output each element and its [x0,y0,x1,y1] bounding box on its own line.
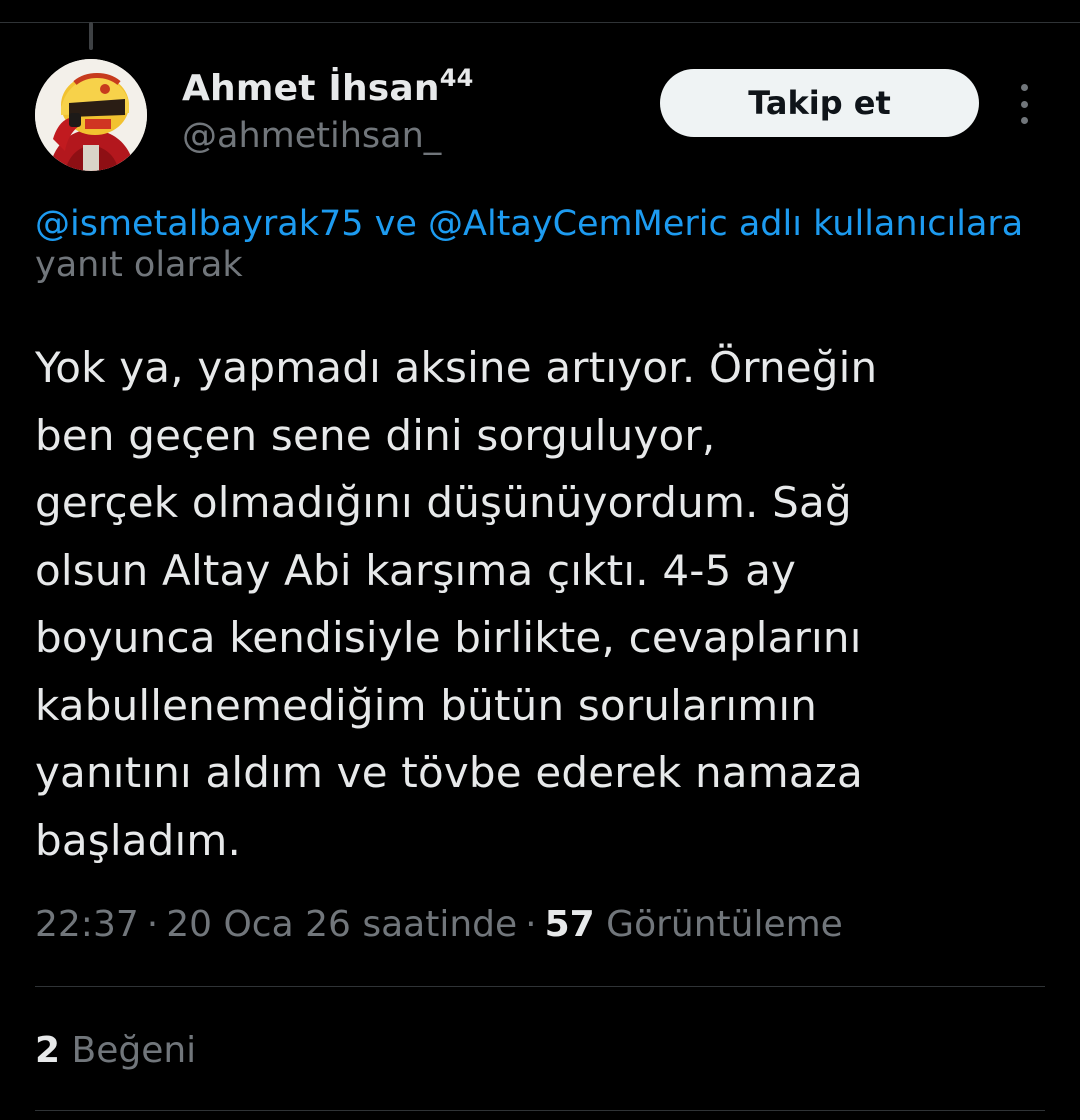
likes-stat[interactable]: 2 Beğeni [35,1030,196,1071]
tweet-text-line: yanıtını aldım ve tövbe ederek namaza [35,748,863,797]
reply-connector[interactable]: ve [364,204,429,244]
tweet-date[interactable]: 20 Oca 26 saatinde [166,904,517,945]
display-name-text: Ahmet İhsan [182,68,440,109]
more-dot [1020,84,1028,91]
tweet-text-line: kabullenemediğim bütün sorularımın [35,680,818,730]
follow-button[interactable]: Takip et [660,69,979,137]
tweet-text-line: başladım. [35,815,242,865]
meta-separator: · [525,904,537,945]
reply-context-line-2: yanıt olarak [35,245,243,285]
avatar-image [35,59,147,171]
tweet-meta: 22:37 · 20 Oca 26 saatinde · 57 Görüntüleme [35,904,843,945]
user-handle[interactable]: @ahmetihsan_ [182,116,441,156]
display-name[interactable]: Ahmet İhsan44 [182,66,474,109]
tweet-text-line: boyunca kendisiyle birlikte, cevaplarını [35,613,862,662]
tweet-text-line: olsun Altay Abi karşıma çıktı. 4-5 ay [35,545,797,595]
views-label[interactable]: Görüntüleme [606,904,843,945]
thread-connector-line [89,22,93,50]
likes-count: 2 [35,1030,61,1071]
divider [35,986,1045,987]
more-vertical-icon[interactable] [1006,84,1042,124]
mention-link[interactable]: @ismetalbayrak75 [35,204,364,244]
display-name-suffix: 44 [439,64,474,92]
avatar[interactable] [35,59,147,171]
tweet-text: Yok ya, yapmadı aksine artıyor. Örneğin … [35,334,1045,874]
tweet-time[interactable]: 22:37 [35,904,139,945]
tweet-text-line: Yok ya, yapmadı aksine artıyor. Örneğin [35,343,878,392]
mention-link[interactable]: @AltayCemMeric [428,204,728,244]
tweet-text-line: ben geçen sene dini sorguluyor, [35,410,716,460]
reply-suffix[interactable]: adlı kullanıcılara [728,204,1023,244]
reply-context-line-1: @ismetalbayrak75 ve @AltayCemMeric adlı … [35,204,1080,245]
more-dot [1020,117,1028,124]
tweet-text-line: gerçek olmadığını düşünüyordum. Sağ [35,478,852,527]
more-dot [1020,100,1028,108]
likes-label: Beğeni [71,1030,197,1071]
meta-separator: · [146,904,159,945]
divider [35,1110,1045,1111]
views-count[interactable]: 57 [545,904,595,945]
top-divider [0,22,1080,23]
reply-context: @ismetalbayrak75 ve @AltayCemMeric adlı … [35,204,1080,286]
